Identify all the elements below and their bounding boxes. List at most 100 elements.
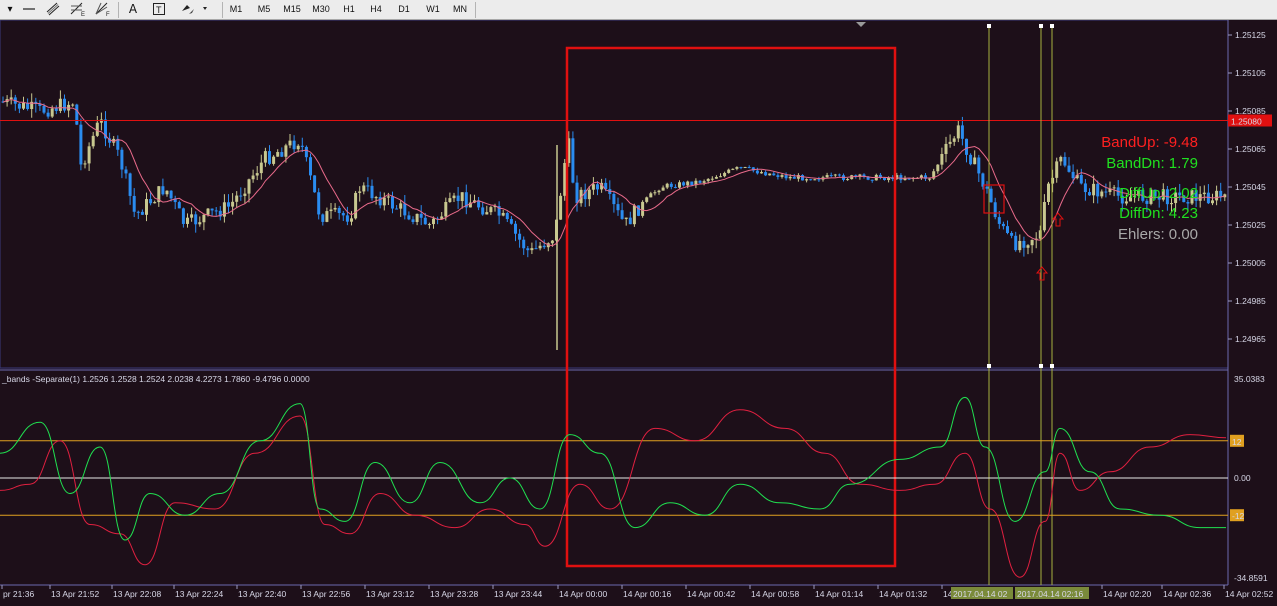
vertical-line-handle[interactable] [1039, 24, 1043, 28]
arrows-icon[interactable] [178, 2, 212, 17]
candle-body [231, 201, 235, 207]
candle-body [1215, 190, 1219, 201]
candle-body [530, 248, 534, 251]
channel-icon[interactable] [44, 2, 62, 17]
time-axis-label: pr 21:36 [3, 589, 34, 599]
time-axis-label: 13 Apr 23:12 [366, 589, 414, 599]
timeframe-h1-button[interactable]: H1 [337, 2, 361, 17]
candle-body [407, 215, 411, 220]
candle-body [456, 195, 460, 202]
candle-body [764, 172, 768, 176]
candle-body [481, 207, 485, 215]
candle-body [1071, 171, 1075, 179]
time-axis-label: 14 Apr 00:00 [559, 589, 607, 599]
candle-body [91, 135, 95, 147]
vertical-line-handle[interactable] [987, 364, 991, 368]
candle-body [591, 184, 595, 190]
candle-body [42, 106, 46, 113]
candle-body [432, 218, 435, 225]
timeframe-h4-button[interactable]: H4 [364, 2, 388, 17]
candle-body [427, 224, 431, 226]
candle-body [899, 175, 903, 181]
candle-body [973, 157, 977, 165]
candle-body [1092, 183, 1096, 196]
timeframe-m5-button[interactable]: M5 [252, 2, 276, 17]
candle-body [948, 141, 952, 144]
timeframe-m15-button[interactable]: M15 [280, 2, 304, 17]
candle-body [760, 172, 763, 174]
candle-body [165, 190, 169, 195]
chart-shift-marker[interactable] [856, 22, 866, 27]
candle-body [928, 178, 932, 180]
candle-body [1096, 183, 1100, 197]
time-axis-label: 13 Apr 22:40 [238, 589, 286, 599]
candle-body [993, 202, 997, 218]
time-axis-label: 14 Apr 00:58 [751, 589, 799, 599]
candle-body [350, 218, 353, 222]
timeframe-mn-button[interactable]: MN [448, 2, 472, 17]
candle-body [227, 202, 230, 207]
timeframe-d1-button[interactable]: D1 [392, 2, 416, 17]
candle-body [177, 202, 181, 209]
current-price-label: 1.25080 [1231, 117, 1262, 127]
candle-body [501, 212, 505, 216]
candle-body [386, 196, 390, 198]
candle-body [829, 175, 833, 177]
candle-body [743, 167, 747, 169]
candle-body [710, 178, 714, 180]
candle-body [833, 174, 837, 176]
chart-toolbar: ▾ E F A T M1 M5 M15 M30 H1 H4 D1 W1 MN [0, 0, 1277, 20]
text-icon[interactable]: A [124, 2, 142, 17]
fibonacci-icon[interactable]: E [68, 2, 88, 18]
candle-body [1211, 200, 1214, 204]
cursor-dropdown-icon[interactable]: ▾ [3, 2, 17, 17]
timeframe-m30-button[interactable]: M30 [309, 2, 333, 17]
candle-body [1112, 187, 1116, 189]
timeframe-w1-button[interactable]: W1 [421, 2, 445, 17]
candle-body [661, 187, 665, 191]
candle-body [612, 193, 616, 205]
line-icon[interactable] [20, 2, 38, 17]
candle-body [1104, 191, 1108, 193]
candle-body [997, 217, 1001, 224]
candle-body [370, 185, 374, 199]
candle-body [645, 197, 649, 202]
candle-body [772, 173, 776, 176]
up-arrow-icon [1035, 266, 1049, 281]
candle-body [358, 191, 362, 193]
timeframe-m1-button[interactable]: M1 [224, 2, 248, 17]
candle-body [1030, 239, 1034, 246]
candle-body [657, 190, 661, 193]
indicator-axis-label: -34.8591 [1234, 573, 1268, 583]
candle-body [54, 108, 58, 111]
price-axis-label: 1.24965 [1235, 334, 1266, 344]
text-label-icon[interactable]: T [150, 2, 168, 17]
vertical-line-handle[interactable] [987, 24, 991, 28]
indicator-header: _bands -Separate(1) 1.2526 1.2528 1.2524… [1, 374, 310, 384]
candle-body [317, 192, 321, 215]
candle-body [542, 245, 546, 248]
candle-body [251, 175, 255, 180]
candle-body [452, 195, 456, 199]
candle-body [534, 248, 538, 250]
chart-canvas[interactable]: 1.251251.251051.250851.250651.250451.250… [0, 20, 1277, 606]
candle-body [747, 167, 751, 169]
candle-body [637, 205, 640, 216]
candle-body [784, 175, 788, 179]
candle-body [1067, 165, 1071, 172]
candle-body [792, 176, 796, 179]
price-chart[interactable]: 1.25125 1.25105 1.25085 1.25065 1.25045 1.250… [0, 20, 1277, 606]
candle-body [616, 204, 620, 211]
vertical-line-handle[interactable] [1050, 364, 1054, 368]
candle-body [99, 119, 103, 123]
candle-body [145, 199, 148, 215]
vertical-line-handle[interactable] [1039, 364, 1043, 368]
price-axis-label: 1.25005 [1235, 258, 1266, 268]
vertical-line-handle[interactable] [1050, 24, 1054, 28]
candle-body [624, 217, 628, 219]
candle-body [706, 178, 710, 182]
candle-body [202, 214, 206, 223]
candle-body [870, 179, 874, 181]
candle-body [362, 185, 366, 192]
gann-icon[interactable]: F [93, 2, 113, 18]
